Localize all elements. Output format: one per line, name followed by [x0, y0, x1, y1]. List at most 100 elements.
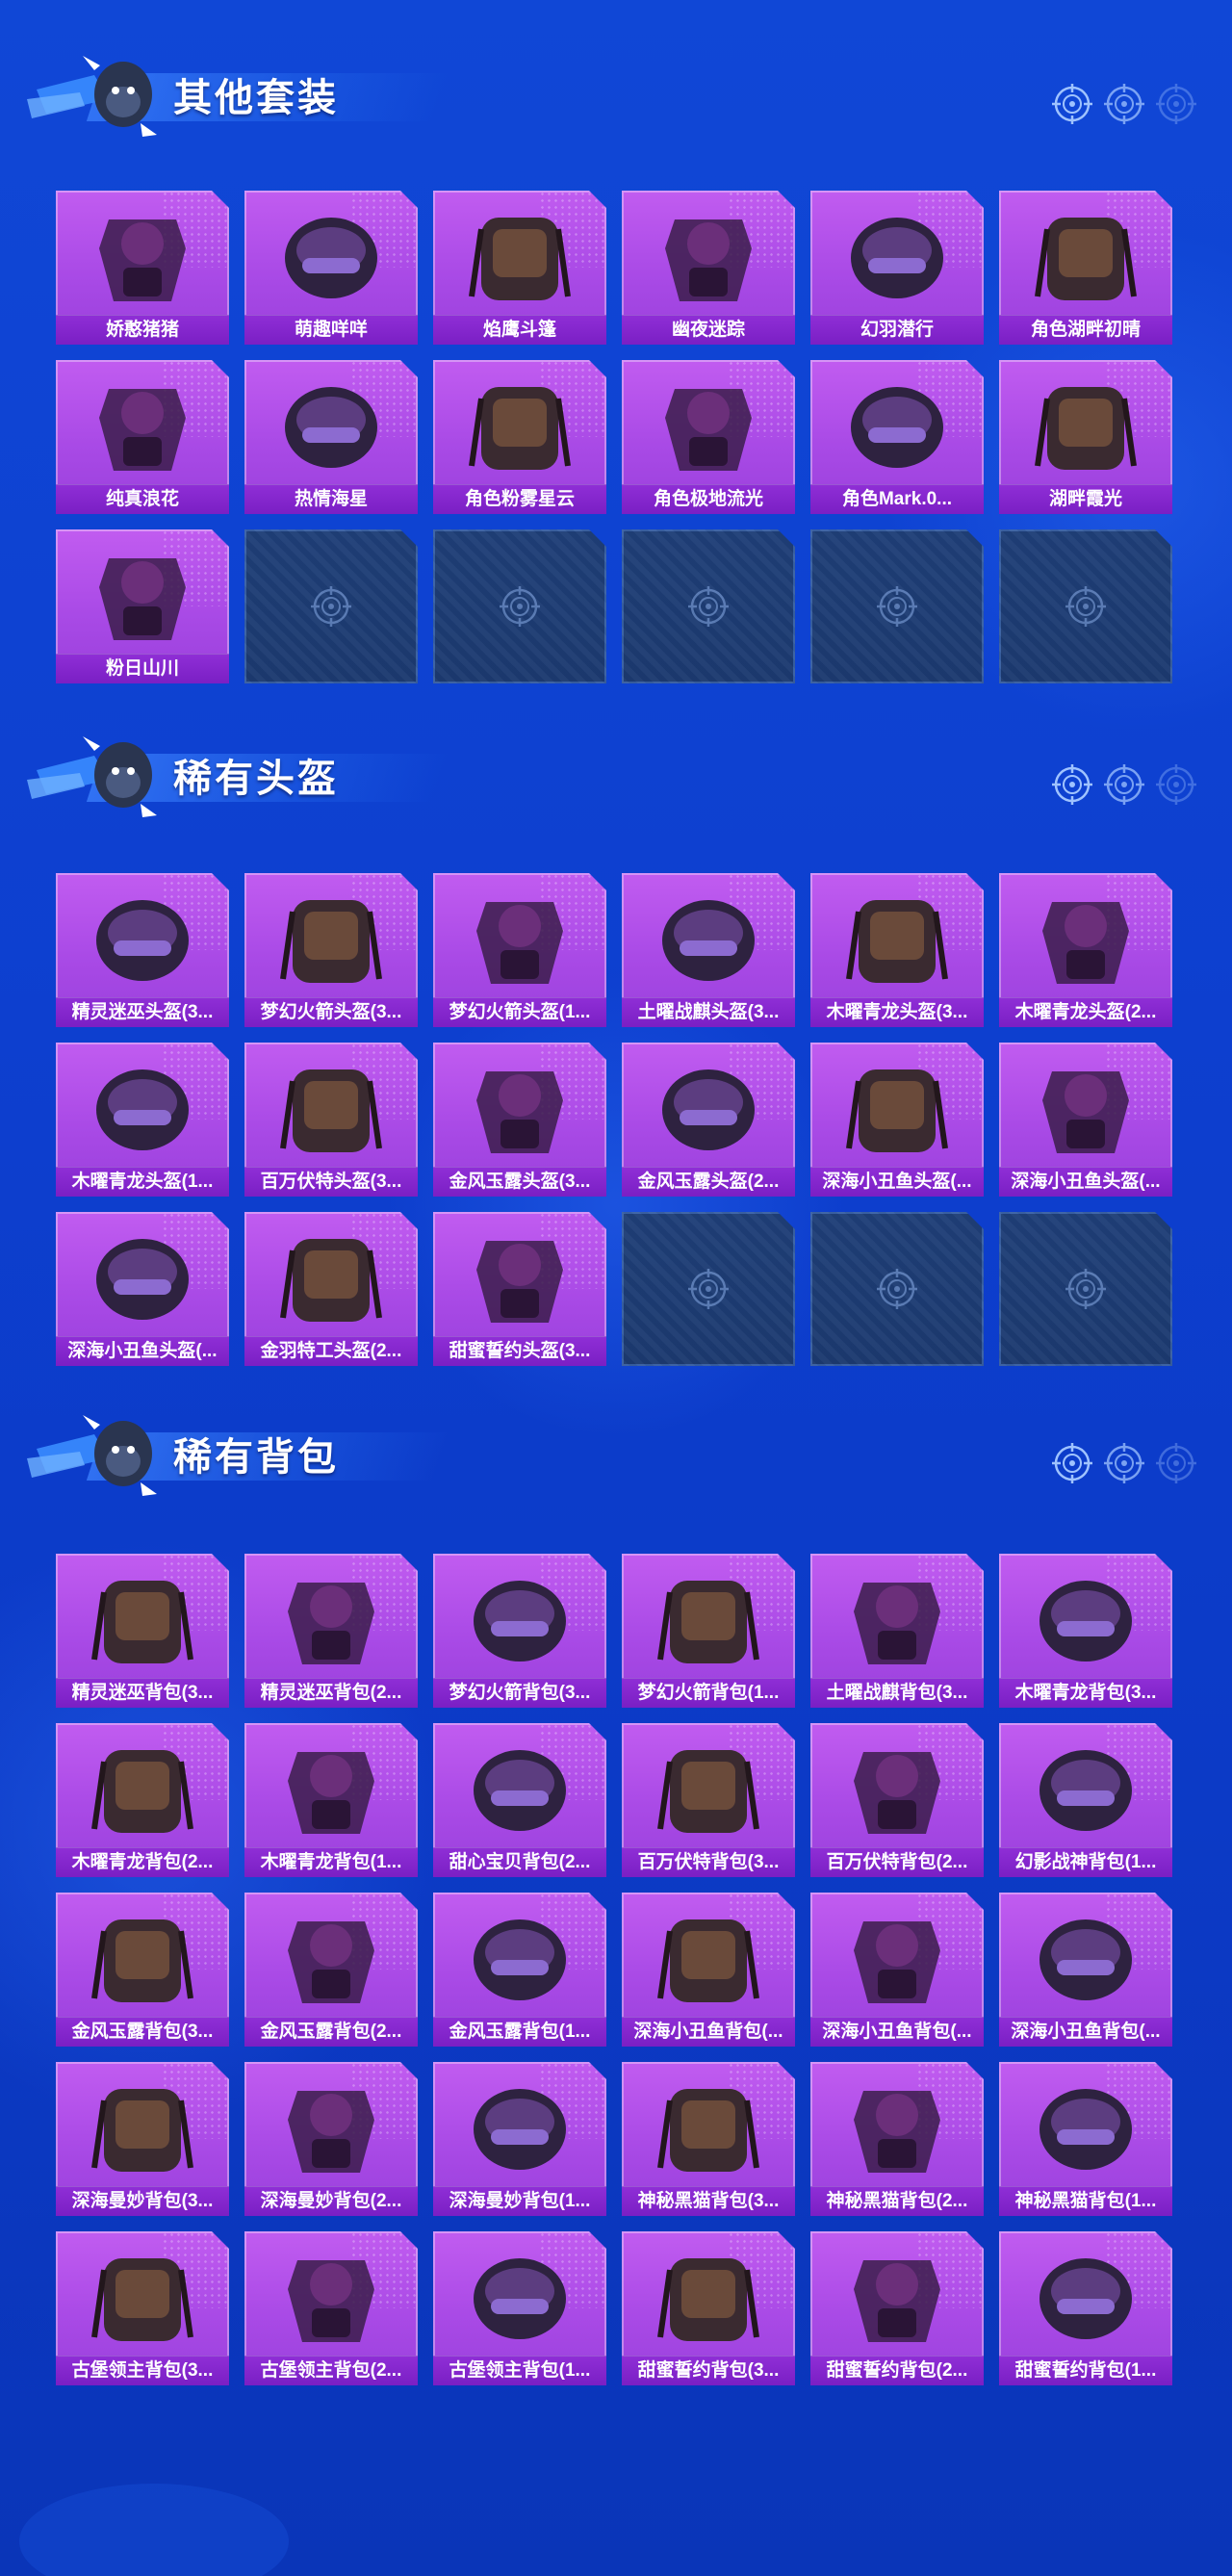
item-card[interactable]: 木曜青龙背包(1...	[244, 1723, 418, 1877]
item-card[interactable]: 百万伏特背包(3...	[622, 1723, 795, 1877]
item-card[interactable]: 精灵迷巫背包(3...	[56, 1554, 229, 1708]
item-label: 百万伏特背包(2...	[826, 1852, 968, 1872]
item-card[interactable]: 木曜青龙头盔(2...	[999, 873, 1172, 1027]
item-card[interactable]: 梦幻火箭背包(3...	[433, 1554, 606, 1708]
section-title: 稀有头盔	[173, 758, 339, 800]
item-card[interactable]: 甜蜜誓约背包(1...	[999, 2231, 1172, 2385]
item-card[interactable]: 木曜青龙背包(2...	[56, 1723, 229, 1877]
item-label: 精灵迷巫背包(2...	[260, 1683, 402, 1703]
item-label: 娇憨猪猪	[105, 320, 179, 340]
item-label: 木曜青龙背包(3...	[1014, 1683, 1157, 1703]
item-card[interactable]: 神秘黑猫背包(1...	[999, 2062, 1172, 2216]
item-card[interactable]: 金风玉露头盔(3...	[433, 1043, 606, 1197]
item-card[interactable]: 金风玉露背包(3...	[56, 1893, 229, 2047]
item-label: 木曜青龙头盔(2...	[1014, 1002, 1157, 1022]
item-image	[641, 1563, 776, 1669]
item-image	[75, 2241, 210, 2347]
item-card[interactable]: 深海小丑鱼背包(...	[999, 1893, 1172, 2047]
item-card[interactable]: 甜蜜誓约头盔(3...	[433, 1212, 606, 1366]
item-card[interactable]: 角色湖畔初晴	[999, 191, 1172, 345]
item-card[interactable]: 热情海星	[244, 360, 418, 514]
item-card[interactable]: 角色极地流光	[622, 360, 795, 514]
item-card[interactable]: 角色粉雾星云	[433, 360, 606, 514]
crosshair-icon	[1103, 83, 1145, 125]
item-card[interactable]: 古堡领主背包(1...	[433, 2231, 606, 2385]
item-card[interactable]: 幽夜迷踪	[622, 191, 795, 345]
item-card[interactable]: 百万伏特头盔(3...	[244, 1043, 418, 1197]
item-label: 粉日山川	[105, 658, 179, 679]
item-card[interactable]: 萌趣咩咩	[244, 191, 418, 345]
item-label: 梦幻火箭背包(1...	[637, 1683, 780, 1703]
item-card[interactable]: 甜蜜誓约背包(2...	[810, 2231, 984, 2385]
item-card[interactable]: 幻羽潜行	[810, 191, 984, 345]
item-card[interactable]: 湖畔霞光	[999, 360, 1172, 514]
item-image	[264, 883, 398, 989]
item-card[interactable]: 深海小丑鱼背包(...	[622, 1893, 795, 2047]
item-image	[830, 370, 964, 476]
item-card[interactable]: 金羽特工头盔(2...	[244, 1212, 418, 1366]
item-image	[830, 1733, 964, 1839]
item-card[interactable]: 甜蜜誓约背包(3...	[622, 2231, 795, 2385]
item-label: 纯真浪花	[105, 489, 179, 509]
item-card[interactable]: 土曜战麒头盔(3...	[622, 873, 795, 1027]
item-label: 湖畔霞光	[1048, 489, 1122, 509]
section-header: 其他套装	[27, 46, 1205, 142]
item-label: 角色粉雾星云	[464, 489, 575, 509]
item-label: 角色极地流光	[653, 489, 763, 509]
item-label: 梦幻火箭背包(3...	[449, 1683, 591, 1703]
item-card[interactable]: 古堡领主背包(2...	[244, 2231, 418, 2385]
crosshair-group	[1051, 1442, 1205, 1484]
item-card[interactable]: 土曜战麒背包(3...	[810, 1554, 984, 1708]
item-card[interactable]: 梦幻火箭头盔(3...	[244, 873, 418, 1027]
item-image	[452, 1222, 587, 1327]
item-card[interactable]: 金风玉露背包(2...	[244, 1893, 418, 2047]
empty-slot	[433, 529, 606, 683]
item-card[interactable]: 深海小丑鱼背包(...	[810, 1893, 984, 2047]
item-image	[75, 2072, 210, 2177]
item-image	[641, 200, 776, 306]
item-label: 甜蜜誓约背包(1...	[1014, 2360, 1157, 2381]
item-card[interactable]: 粉日山川	[56, 529, 229, 683]
item-card[interactable]: 精灵迷巫背包(2...	[244, 1554, 418, 1708]
section-rare-backpacks: 稀有背包 精灵迷巫背包(3... 精灵迷巫背包(2... 梦幻火箭背包(3... 梦幻…	[0, 1405, 1232, 2484]
item-card[interactable]: 深海曼妙背包(3...	[56, 2062, 229, 2216]
item-card[interactable]: 古堡领主背包(3...	[56, 2231, 229, 2385]
item-card[interactable]: 百万伏特背包(2...	[810, 1723, 984, 1877]
item-card[interactable]: 角色Mark.0...	[810, 360, 984, 514]
item-label: 神秘黑猫背包(1...	[1014, 2191, 1157, 2211]
item-card[interactable]: 木曜青龙背包(3...	[999, 1554, 1172, 1708]
item-image	[75, 1902, 210, 2008]
empty-slot	[622, 1212, 795, 1366]
item-card[interactable]: 神秘黑猫背包(2...	[810, 2062, 984, 2216]
item-image	[1018, 1733, 1153, 1839]
item-card[interactable]: 神秘黑猫背包(3...	[622, 2062, 795, 2216]
item-label: 角色Mark.0...	[841, 489, 953, 509]
item-card[interactable]: 金风玉露头盔(2...	[622, 1043, 795, 1197]
item-card[interactable]: 深海小丑鱼头盔(...	[56, 1212, 229, 1366]
mascot-icon	[27, 46, 171, 142]
item-card[interactable]: 娇憨猪猪	[56, 191, 229, 345]
item-label: 木曜青龙头盔(1...	[71, 1172, 214, 1192]
item-image	[452, 1052, 587, 1158]
item-card[interactable]: 精灵迷巫头盔(3...	[56, 873, 229, 1027]
item-card[interactable]: 木曜青龙头盔(1...	[56, 1043, 229, 1197]
item-card[interactable]: 梦幻火箭头盔(1...	[433, 873, 606, 1027]
item-card[interactable]: 甜心宝贝背包(2...	[433, 1723, 606, 1877]
item-image	[75, 883, 210, 989]
item-image	[264, 200, 398, 306]
item-card[interactable]: 深海曼妙背包(1...	[433, 2062, 606, 2216]
item-card[interactable]: 深海小丑鱼头盔(...	[810, 1043, 984, 1197]
item-card[interactable]: 纯真浪花	[56, 360, 229, 514]
empty-slot	[244, 529, 418, 683]
item-card[interactable]: 焰鹰斗篷	[433, 191, 606, 345]
crosshair-icon	[1065, 585, 1107, 628]
item-card[interactable]: 木曜青龙头盔(3...	[810, 873, 984, 1027]
item-card[interactable]: 金风玉露背包(1...	[433, 1893, 606, 2047]
item-image	[452, 2072, 587, 2177]
mascot-icon	[27, 1405, 171, 1502]
item-image	[75, 539, 210, 645]
item-card[interactable]: 深海曼妙背包(2...	[244, 2062, 418, 2216]
item-card[interactable]: 梦幻火箭背包(1...	[622, 1554, 795, 1708]
item-card[interactable]: 深海小丑鱼头盔(...	[999, 1043, 1172, 1197]
item-card[interactable]: 幻影战神背包(1...	[999, 1723, 1172, 1877]
